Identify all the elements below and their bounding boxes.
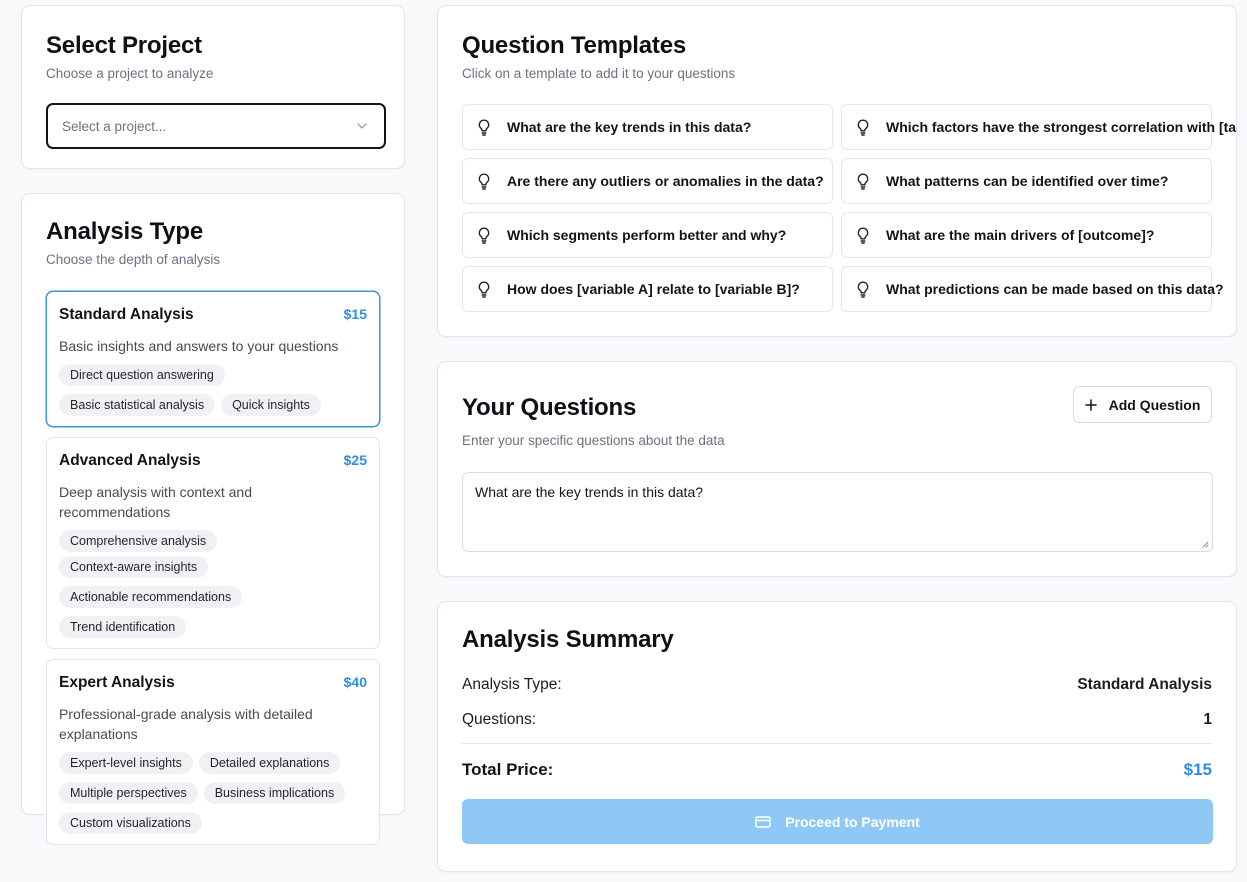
question-templates-title: Question Templates [462,32,687,59]
summary-questions-row: Questions: 1 [462,711,1212,729]
option-expert-analysis[interactable]: Expert Analysis $40 Professional-grade a… [46,659,380,845]
total-price-value: $15 [1183,760,1212,779]
lightbulb-icon [857,172,869,190]
feature-tag: Direct question answering [59,364,225,386]
feature-tag: Business implications [203,782,346,804]
feature-tag: Context-aware insights [59,556,209,578]
summary-questions-label: Questions: [462,711,537,728]
feature-tag: Custom visualizations [59,812,202,834]
template-item[interactable]: Are there any outliers or anomalies in t… [462,158,833,204]
template-item[interactable]: Which segments perform better and why? [462,212,833,258]
lightbulb-icon [478,226,490,244]
lightbulb-icon [857,118,869,136]
option-price: $15 [343,306,367,322]
option-price: $25 [343,452,367,468]
template-text: What are the key trends in this data? [507,119,752,135]
add-question-button[interactable]: Add Question [1073,386,1212,423]
credit-card-icon [755,815,771,828]
template-item[interactable]: What are the key trends in this data? [462,104,833,150]
analysis-type-card: Analysis Type Choose the depth of analys… [21,193,405,845]
feature-tag: Actionable recommendations [59,586,243,608]
feature-tag: Basic statistical analysis [59,394,216,416]
your-questions-subtitle: Enter your specific questions about the … [462,433,725,448]
resize-handle-icon[interactable] [1201,540,1209,548]
total-price-label: Total Price: [462,760,554,779]
question-templates-card: Question Templates Click on a template t… [437,5,1237,337]
feature-tag: Multiple perspectives [59,782,198,804]
feature-tag: Detailed explanations [198,752,341,774]
summary-total-row: Total Price: $15 [462,760,1212,780]
plus-icon [1084,398,1097,411]
summary-type-label: Analysis Type: [462,676,562,693]
proceed-to-payment-button[interactable]: Proceed to Payment [462,799,1213,844]
feature-tag: Quick insights [221,394,321,416]
option-description: Professional-grade analysis with detaile… [59,706,313,742]
template-text: Which factors have the strongest correla… [886,119,1237,135]
template-text: What predictions can be made based on th… [886,281,1224,297]
select-project-title: Select Project [46,32,202,59]
feature-tag: Comprehensive analysis [59,530,218,552]
chevron-down-icon [357,123,367,129]
template-text: Are there any outliers or anomalies in t… [507,173,824,189]
feature-tag: Trend identification [59,616,187,638]
option-name: Expert Analysis [59,674,175,691]
template-item[interactable]: What are the main drivers of [outcome]? [841,212,1212,258]
option-description: Basic insights and answers to your quest… [59,338,339,354]
project-select-placeholder: Select a project... [62,118,167,134]
option-price: $40 [343,674,367,690]
summary-divider [462,743,1212,744]
template-text: What patterns can be identified over tim… [886,173,1169,189]
question-textarea[interactable]: What are the key trends in this data? [462,472,1213,552]
proceed-to-payment-label: Proceed to Payment [785,813,920,830]
option-description: Deep analysis with context and recommend… [59,484,252,520]
summary-type-row: Analysis Type: Standard Analysis [462,676,1212,694]
option-standard-analysis[interactable]: Standard Analysis $15 Basic insights and… [46,291,380,427]
your-questions-card: Your Questions Enter your specific quest… [437,361,1237,577]
analysis-summary-card: Analysis Summary Analysis Type: Standard… [437,601,1237,872]
template-text: What are the main drivers of [outcome]? [886,227,1155,243]
analysis-summary-title: Analysis Summary [462,626,674,653]
question-templates-subtitle: Click on a template to add it to your qu… [462,66,736,81]
template-item[interactable]: What patterns can be identified over tim… [841,158,1212,204]
analysis-type-title: Analysis Type [46,218,204,245]
template-text: How does [variable A] relate to [variabl… [507,281,800,297]
add-question-label: Add Question [1108,396,1201,413]
lightbulb-icon [857,280,869,298]
template-item[interactable]: Which factors have the strongest correla… [841,104,1236,150]
summary-questions-value: 1 [1203,711,1212,728]
lightbulb-icon [478,172,490,190]
feature-tag: Expert-level insights [59,752,193,774]
option-advanced-analysis[interactable]: Advanced Analysis $25 Deep analysis with… [46,437,380,649]
option-name: Standard Analysis [59,306,194,323]
lightbulb-icon [478,118,490,136]
analysis-type-subtitle: Choose the depth of analysis [46,252,221,267]
summary-type-value: Standard Analysis [1077,676,1212,693]
project-select[interactable]: Select a project... [46,103,386,149]
lightbulb-icon [478,280,490,298]
template-item[interactable]: What predictions can be made based on th… [841,266,1224,312]
lightbulb-icon [857,226,869,244]
template-item[interactable]: How does [variable A] relate to [variabl… [462,266,833,312]
template-text: Which segments perform better and why? [507,227,787,243]
question-text: What are the key trends in this data? [475,484,704,500]
select-project-subtitle: Choose a project to analyze [46,66,214,81]
option-name: Advanced Analysis [59,452,201,469]
select-project-card: Select Project Choose a project to analy… [21,5,405,169]
